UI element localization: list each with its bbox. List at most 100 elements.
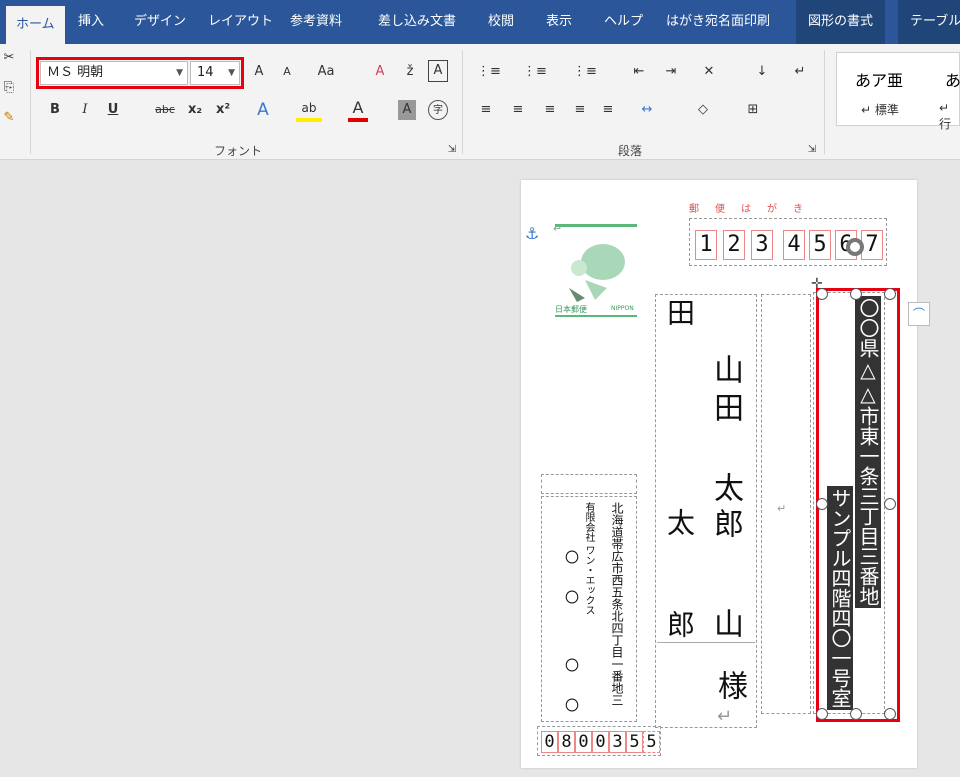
align-center-icon[interactable]: ≡: [508, 100, 528, 120]
sender-postal-digit: 8: [558, 731, 575, 753]
recipient-family-char: 田: [663, 298, 696, 326]
rotate-handle[interactable]: [846, 238, 864, 256]
tab-home[interactable]: ホーム: [6, 6, 65, 44]
dialog-launcher-icon[interactable]: ⇲: [446, 140, 458, 160]
distributed-icon[interactable]: ≡: [598, 100, 618, 120]
scissors-icon[interactable]: ✂: [0, 48, 18, 68]
strikethrough-button[interactable]: abc: [152, 100, 178, 120]
recipient-name-char: 太: [708, 472, 743, 502]
tab-references[interactable]: 参考資料: [290, 0, 342, 44]
character-border-button[interactable]: A: [428, 60, 448, 82]
bullets-icon[interactable]: ⋮≡: [476, 62, 502, 82]
multilevel-list-icon[interactable]: ⋮≡: [572, 62, 598, 82]
separator: [462, 50, 463, 154]
paragraph-group-label: 段落: [618, 144, 643, 158]
paragraph-mark-icon: ↵: [777, 502, 787, 515]
postal-digit: 2: [723, 230, 745, 260]
separator: [824, 50, 825, 154]
justify-icon[interactable]: ≡: [570, 100, 590, 120]
sender-postal-digit: 0: [541, 731, 558, 753]
style-next-label[interactable]: ↵ 行: [939, 101, 959, 132]
sender-name-char: 〇: [563, 698, 579, 712]
resize-handle[interactable]: [850, 708, 862, 720]
resize-handle[interactable]: [816, 498, 828, 510]
sender-postal-digit: 3: [609, 731, 626, 753]
copy-icon[interactable]: ⎘: [0, 78, 18, 98]
tab-insert[interactable]: 挿入: [78, 0, 104, 44]
stamp-border-bottom: [555, 315, 637, 317]
paragraph-mark-icon[interactable]: ↵: [790, 62, 810, 82]
resize-handle[interactable]: [884, 288, 896, 300]
style-normal-label[interactable]: ↵ 標準: [861, 101, 899, 118]
italic-button[interactable]: I: [76, 100, 94, 120]
align-left-icon[interactable]: ≡: [476, 100, 496, 120]
resize-handle[interactable]: [884, 708, 896, 720]
styles-gallery[interactable]: あア亜 あ ↵ 標準 ↵ 行: [836, 52, 960, 131]
sender-name-char: 〇: [563, 658, 579, 672]
tab-shape-format[interactable]: 図形の書式: [796, 0, 886, 44]
superscript-button[interactable]: x²: [212, 100, 234, 120]
grow-font-button[interactable]: A: [250, 62, 268, 82]
tab-postcard-print[interactable]: はがき宛名面印刷: [666, 0, 770, 44]
numbering-icon[interactable]: ⋮≡: [522, 62, 548, 82]
stamp[interactable]: 日本郵便 NIPPON: [555, 224, 637, 318]
char-shading-button[interactable]: A: [398, 100, 416, 120]
layout-options-icon[interactable]: ⌒: [908, 302, 930, 326]
change-case-button[interactable]: Aa: [312, 62, 340, 82]
sender-postal-digit: 0: [592, 731, 609, 753]
decrease-indent-icon[interactable]: ⇤: [628, 62, 650, 82]
phonetic-guide-icon[interactable]: ž: [400, 62, 420, 82]
stamp-label: 日本郵便: [555, 305, 587, 314]
text-direction-icon[interactable]: ✕: [696, 62, 722, 82]
tab-design[interactable]: デザイン: [134, 0, 186, 44]
tab-layout[interactable]: レイアウト: [208, 0, 273, 44]
tab-help[interactable]: ヘルプ: [604, 0, 643, 44]
tab-review[interactable]: 校閲: [488, 0, 514, 44]
paragraph-mark-icon: ↵: [717, 706, 733, 727]
stamp-label-en: NIPPON: [611, 305, 634, 312]
sender-top-frame[interactable]: [541, 474, 637, 494]
sender-postal-digit: 5: [626, 731, 643, 753]
tab-table[interactable]: テーブル: [898, 0, 960, 44]
tab-view[interactable]: 表示: [546, 0, 572, 44]
resize-handle[interactable]: [884, 498, 896, 510]
sender-postal-digit: 5: [643, 731, 660, 753]
align-right-icon[interactable]: ≡: [540, 100, 560, 120]
style-sample-next: あ: [945, 71, 960, 90]
resize-handle[interactable]: [850, 288, 862, 300]
highlight-color-button[interactable]: ab: [296, 98, 322, 122]
ribbon: ✂ ⎘ ✎ ＭＳ 明朝 ▼ 14 ▼ A A Aa A ž A B I U ab…: [0, 44, 960, 160]
document-page[interactable]: ⚓ ↵ 郵 便 は が き 日本郵便 NIPPON 1 2 3 4 5 6 7 …: [521, 180, 917, 768]
tab-mailings[interactable]: 差し込み文書: [378, 0, 456, 44]
dolphin-icon: [569, 244, 625, 302]
sort-icon[interactable]: ↓: [752, 62, 772, 82]
sender-name-char: 〇: [563, 590, 579, 604]
line-spacing-icon[interactable]: ↔: [634, 100, 660, 120]
underline-button[interactable]: U: [104, 100, 122, 120]
increase-indent-icon[interactable]: ⇥: [660, 62, 682, 82]
shrink-font-button[interactable]: A: [278, 62, 296, 82]
resize-handle[interactable]: [816, 708, 828, 720]
divider: [657, 642, 755, 643]
clear-format-button[interactable]: A: [370, 62, 390, 82]
postal-digit: 1: [695, 230, 717, 260]
honorific: 様: [712, 670, 747, 700]
stamp-border-top: [555, 224, 637, 227]
recipient-family-char: 太: [663, 508, 696, 536]
font-color-button[interactable]: A: [348, 98, 368, 122]
bold-button[interactable]: B: [46, 100, 64, 120]
subscript-button[interactable]: x₂: [184, 100, 206, 120]
text-effects-button[interactable]: A: [254, 100, 272, 120]
anchor-icon: ⚓: [525, 224, 540, 243]
postal-digit: 5: [809, 230, 831, 260]
highlight-box-font: [36, 57, 244, 89]
postal-digit: 7: [861, 230, 883, 260]
borders-icon[interactable]: ⊞: [740, 100, 766, 120]
recipient-family-char: 郎: [663, 610, 696, 638]
enclose-char-button[interactable]: 字: [428, 100, 448, 120]
dialog-launcher-icon[interactable]: ⇲: [806, 140, 818, 160]
format-painter-icon[interactable]: ✎: [0, 108, 18, 128]
move-handle-icon[interactable]: ✛: [811, 276, 823, 292]
postcard-header: 郵 便 は が き: [689, 204, 806, 215]
shading-icon[interactable]: ◇: [690, 100, 716, 120]
